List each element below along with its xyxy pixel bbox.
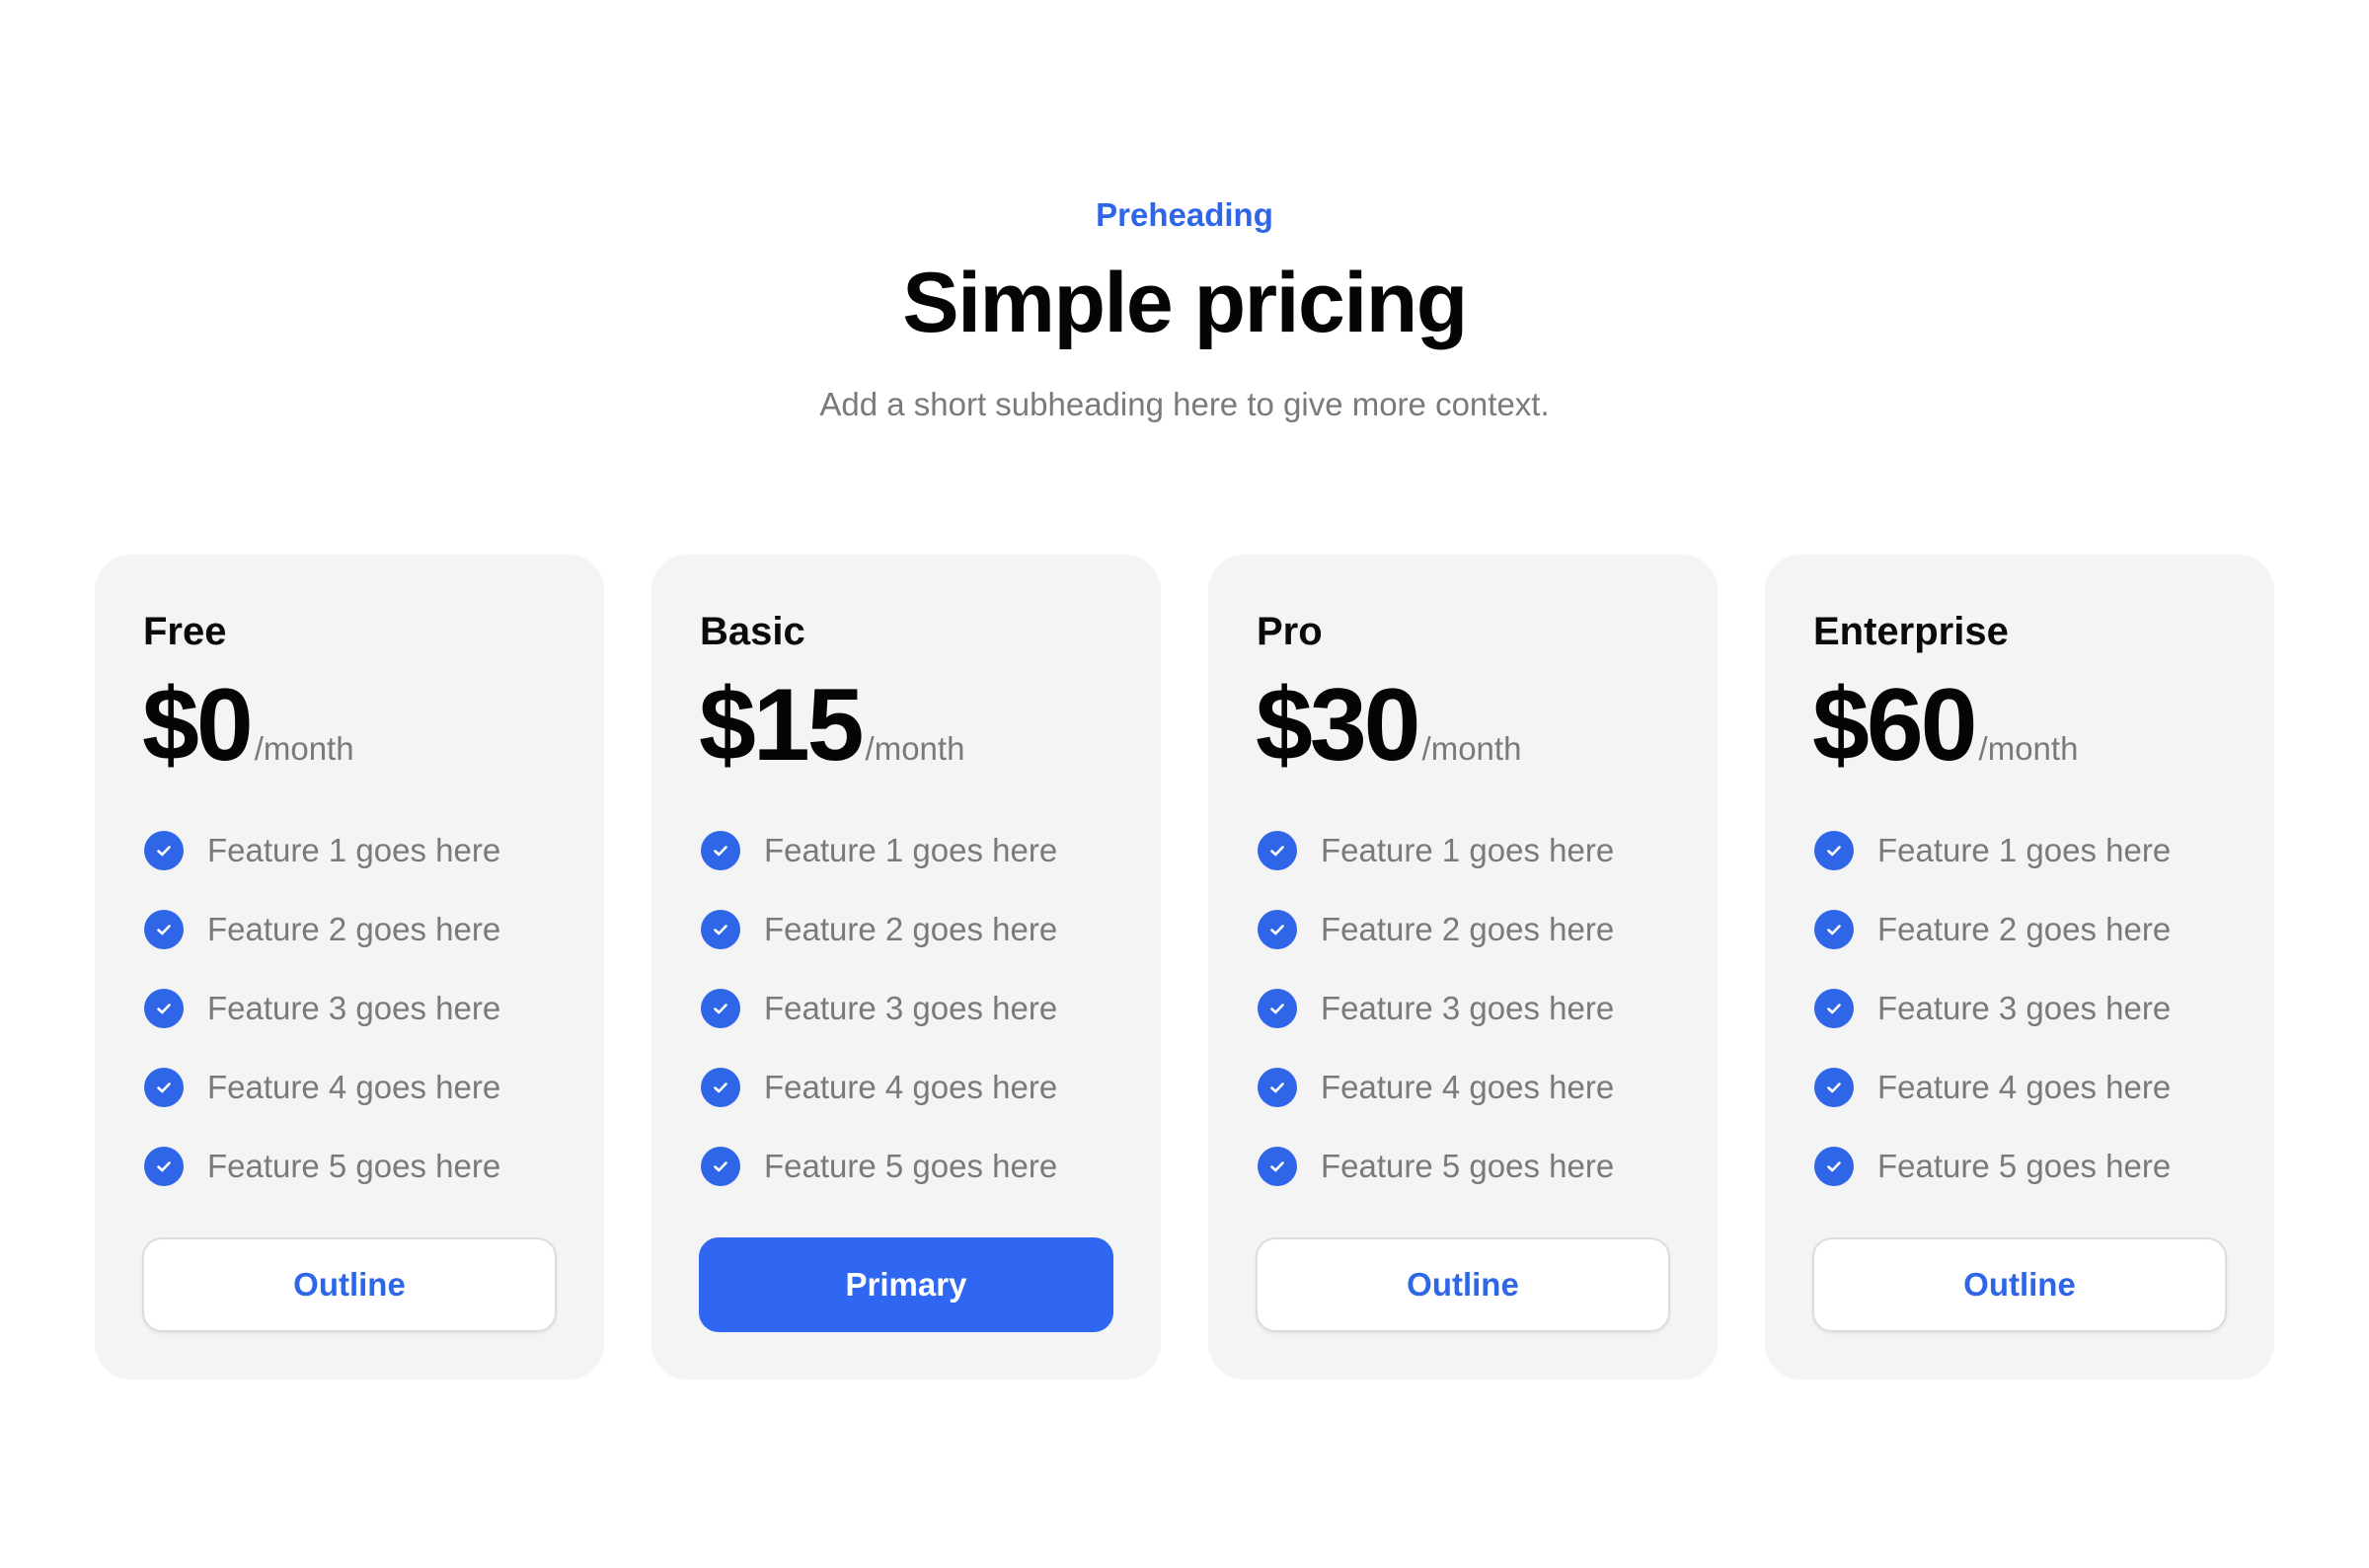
- pricing-card-basic: Basic $15/month Feature 1 goes here Feat…: [651, 555, 1161, 1380]
- feature-text: Feature 3 goes here: [1321, 990, 1615, 1026]
- check-circle-icon: [1814, 831, 1854, 870]
- feature-text: Feature 4 goes here: [207, 1069, 501, 1105]
- feature-text: Feature 4 goes here: [764, 1069, 1058, 1105]
- check-circle-icon: [701, 989, 740, 1028]
- feature-item: Feature 4 goes here: [701, 1048, 1057, 1127]
- feature-text: Feature 5 goes here: [764, 1148, 1058, 1184]
- plan-period: /month: [254, 730, 354, 767]
- plan-name: Free: [143, 610, 227, 653]
- plan-price: $30: [1256, 668, 1421, 783]
- page-subtitle: Add a short subheading here to give more…: [819, 386, 1550, 422]
- plan-period: /month: [865, 730, 965, 767]
- check-circle-icon: [1814, 910, 1854, 949]
- pricing-card-enterprise: Enterprise $60/month Feature 1 goes here…: [1765, 555, 2274, 1380]
- feature-item: Feature 3 goes here: [144, 969, 500, 1048]
- plan-period: /month: [1421, 730, 1522, 767]
- feature-text: Feature 2 goes here: [764, 911, 1058, 947]
- feature-text: Feature 2 goes here: [1877, 911, 2172, 947]
- feature-item: Feature 5 goes here: [144, 1127, 500, 1206]
- check-circle-icon: [1814, 1147, 1854, 1186]
- check-circle-icon: [144, 910, 184, 949]
- feature-text: Feature 3 goes here: [1877, 990, 2172, 1026]
- feature-text: Feature 2 goes here: [207, 911, 501, 947]
- plan-name: Basic: [700, 610, 805, 653]
- page-title: Simple pricing: [902, 256, 1468, 350]
- plan-period: /month: [1978, 730, 2079, 767]
- feature-text: Feature 5 goes here: [207, 1148, 501, 1184]
- feature-item: Feature 2 goes here: [1814, 890, 2171, 969]
- feature-item: Feature 1 goes here: [1258, 811, 1614, 890]
- feature-item: Feature 2 goes here: [701, 890, 1057, 969]
- feature-text: Feature 1 goes here: [1321, 832, 1615, 868]
- check-circle-icon: [144, 831, 184, 870]
- check-circle-icon: [701, 910, 740, 949]
- preheading: Preheading: [1096, 196, 1273, 233]
- check-circle-icon: [1258, 1147, 1297, 1186]
- check-circle-icon: [1258, 910, 1297, 949]
- feature-item: Feature 4 goes here: [1258, 1048, 1614, 1127]
- plan-price: $60: [1812, 668, 1978, 783]
- feature-item: Feature 2 goes here: [1258, 890, 1614, 969]
- feature-text: Feature 1 goes here: [207, 832, 501, 868]
- feature-item: Feature 4 goes here: [144, 1048, 500, 1127]
- feature-list: Feature 1 goes here Feature 2 goes here …: [701, 825, 1057, 1206]
- feature-item: Feature 5 goes here: [701, 1127, 1057, 1206]
- pricing-card-pro: Pro $30/month Feature 1 goes here Featur…: [1208, 555, 1718, 1380]
- plan-button-enterprise[interactable]: Outline: [1812, 1237, 2227, 1332]
- feature-text: Feature 4 goes here: [1877, 1069, 2172, 1105]
- price-row: $60/month: [1812, 671, 2078, 780]
- feature-item: Feature 5 goes here: [1258, 1127, 1614, 1206]
- price-row: $15/month: [699, 671, 964, 780]
- feature-item: Feature 4 goes here: [1814, 1048, 2171, 1127]
- feature-list: Feature 1 goes here Feature 2 goes here …: [1258, 825, 1614, 1206]
- feature-item: Feature 3 goes here: [1814, 969, 2171, 1048]
- check-circle-icon: [701, 1068, 740, 1107]
- check-circle-icon: [701, 831, 740, 870]
- feature-item: Feature 2 goes here: [144, 890, 500, 969]
- plan-button-basic[interactable]: Primary: [699, 1237, 1113, 1332]
- feature-text: Feature 4 goes here: [1321, 1069, 1615, 1105]
- check-circle-icon: [1258, 989, 1297, 1028]
- feature-text: Feature 5 goes here: [1321, 1148, 1615, 1184]
- pricing-cards: Free $0/month Feature 1 goes here Featur…: [95, 555, 2274, 1380]
- feature-item: Feature 1 goes here: [701, 811, 1057, 890]
- feature-text: Feature 1 goes here: [1877, 832, 2172, 868]
- feature-item: Feature 3 goes here: [701, 969, 1057, 1048]
- feature-item: Feature 1 goes here: [144, 811, 500, 890]
- feature-list: Feature 1 goes here Feature 2 goes here …: [144, 825, 500, 1206]
- plan-name: Pro: [1257, 610, 1323, 653]
- check-circle-icon: [1258, 1068, 1297, 1107]
- check-circle-icon: [144, 1068, 184, 1107]
- feature-text: Feature 3 goes here: [764, 990, 1058, 1026]
- feature-list: Feature 1 goes here Feature 2 goes here …: [1814, 825, 2171, 1206]
- plan-price: $15: [699, 668, 865, 783]
- check-circle-icon: [144, 1147, 184, 1186]
- feature-text: Feature 5 goes here: [1877, 1148, 2172, 1184]
- check-circle-icon: [1258, 831, 1297, 870]
- plan-name: Enterprise: [1813, 610, 2009, 653]
- check-circle-icon: [144, 989, 184, 1028]
- price-row: $0/month: [142, 671, 354, 780]
- check-circle-icon: [1814, 1068, 1854, 1107]
- check-circle-icon: [701, 1147, 740, 1186]
- check-circle-icon: [1814, 989, 1854, 1028]
- plan-button-free[interactable]: Outline: [142, 1237, 557, 1332]
- feature-item: Feature 3 goes here: [1258, 969, 1614, 1048]
- feature-text: Feature 2 goes here: [1321, 911, 1615, 947]
- feature-item: Feature 1 goes here: [1814, 811, 2171, 890]
- plan-button-pro[interactable]: Outline: [1256, 1237, 1670, 1332]
- feature-text: Feature 1 goes here: [764, 832, 1058, 868]
- pricing-card-free: Free $0/month Feature 1 goes here Featur…: [95, 555, 604, 1380]
- feature-text: Feature 3 goes here: [207, 990, 501, 1026]
- feature-item: Feature 5 goes here: [1814, 1127, 2171, 1206]
- plan-price: $0: [142, 668, 254, 783]
- price-row: $30/month: [1256, 671, 1521, 780]
